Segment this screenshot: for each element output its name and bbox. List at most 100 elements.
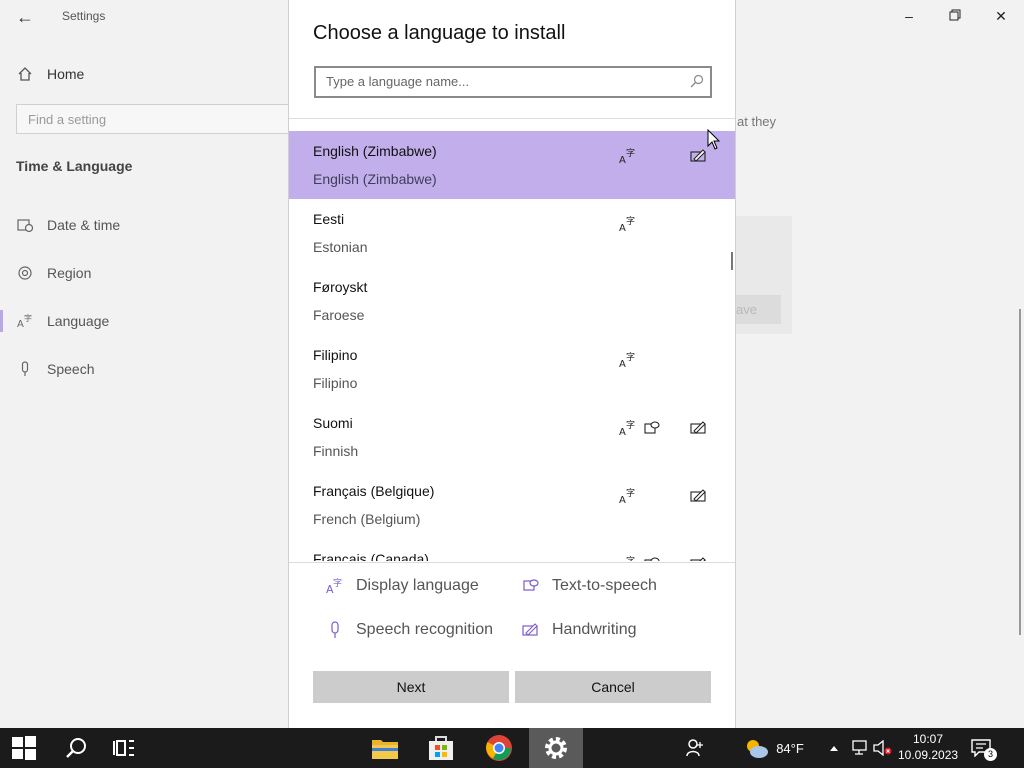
- start-icon[interactable]: [0, 728, 48, 768]
- home-label: Home: [47, 66, 85, 82]
- next-button[interactable]: Next: [313, 671, 509, 703]
- svg-text:A: A: [619, 427, 626, 437]
- svg-text:A: A: [619, 223, 626, 233]
- svg-text:A: A: [17, 319, 24, 329]
- nav-label: Speech: [47, 361, 95, 377]
- display-language-icon: A字: [619, 147, 637, 166]
- taskbar-clock[interactable]: 10:07 10.09.2023: [898, 731, 958, 763]
- dialog-title: Choose a language to install: [313, 22, 566, 44]
- language-list-item[interactable]: English (Zimbabwe) English (Zimbabwe) A 字: [289, 131, 735, 199]
- choose-language-dialog: Choose a language to install Type a lang…: [288, 0, 736, 728]
- network-icon[interactable]: [849, 728, 869, 768]
- window-title: Settings: [62, 9, 106, 23]
- background-description-text: at they: [737, 114, 777, 129]
- svg-text:字: 字: [626, 215, 635, 227]
- nav-home[interactable]: Home: [16, 64, 84, 84]
- find-setting-input[interactable]: Find a setting: [16, 104, 300, 134]
- back-arrow-icon[interactable]: ←: [14, 6, 36, 28]
- display-language-icon: A字: [619, 351, 637, 370]
- language-list-item[interactable]: Français (Belgique) French (Belgium) A 字: [289, 471, 735, 539]
- people-icon[interactable]: [682, 728, 708, 768]
- language-list-item[interactable]: Filipino Filipino A 字: [289, 335, 735, 403]
- language-native-name: Eesti: [313, 211, 345, 227]
- find-setting-placeholder: Find a setting: [28, 112, 107, 127]
- language-list-item[interactable]: Français (Canada) A字: [289, 539, 735, 561]
- text-to-speech-icon: [643, 555, 661, 561]
- language-english-name: Finnish: [313, 443, 359, 459]
- chevron-up-icon[interactable]: [826, 728, 842, 768]
- speech-recognition-icon: [326, 621, 344, 639]
- language-search-input[interactable]: Type a language name...: [314, 66, 712, 98]
- settings-icon[interactable]: [529, 728, 583, 768]
- nav-item-language[interactable]: A字 Language: [16, 311, 109, 331]
- nav-item-region[interactable]: Region: [16, 263, 91, 283]
- nav-active-indicator: [0, 310, 3, 332]
- microphone-icon: [16, 360, 34, 378]
- weather-icon[interactable]: [742, 728, 772, 768]
- chrome-icon[interactable]: [476, 728, 522, 768]
- clock-time: 10:07: [912, 732, 944, 746]
- nav-item-speech[interactable]: Speech: [16, 359, 94, 379]
- language-list-item[interactable]: Suomi Finnish A 字: [289, 403, 735, 471]
- store-icon[interactable]: [418, 728, 464, 768]
- settings-scrollbar[interactable]: [1019, 309, 1021, 635]
- svg-text:字: 字: [333, 577, 342, 589]
- language-native-name: Suomi: [313, 415, 353, 431]
- globe-icon: [16, 264, 34, 282]
- language-search-placeholder: Type a language name...: [326, 74, 470, 89]
- display-language-icon: A字: [326, 577, 344, 596]
- legend-label: Display language: [356, 577, 479, 594]
- nav-label: Language: [47, 313, 110, 329]
- language-list-item[interactable]: Føroyskt Faroese: [289, 267, 735, 335]
- language-native-name: Føroyskt: [313, 279, 368, 295]
- display-language-icon: A字: [619, 419, 637, 438]
- language-native-name: English (Zimbabwe): [313, 143, 437, 159]
- svg-text:字: 字: [626, 147, 635, 159]
- volume-muted-icon[interactable]: [872, 728, 894, 768]
- language-english-name: Faroese: [313, 307, 365, 323]
- handwriting-icon: [690, 487, 708, 505]
- section-title: Time & Language: [16, 158, 133, 174]
- calendar-clock-icon: [16, 216, 34, 234]
- legend-text-to-speech: Text-to-speech: [522, 577, 657, 595]
- language-list-scrollbar[interactable]: [731, 252, 733, 270]
- nav-item-date-time[interactable]: Date & time: [16, 215, 120, 235]
- nav-label: Region: [47, 265, 92, 281]
- svg-text:A: A: [619, 359, 626, 369]
- svg-text:字: 字: [626, 555, 635, 561]
- home-icon: [16, 65, 34, 83]
- restore-icon[interactable]: [943, 6, 967, 26]
- display-language-icon: A字: [619, 215, 637, 234]
- display-language-icon: A字: [619, 555, 637, 561]
- handwriting-icon: [522, 621, 540, 639]
- language-native-name: Filipino: [313, 347, 358, 363]
- svg-text:字: 字: [626, 487, 635, 499]
- svg-text:字: 字: [626, 419, 635, 431]
- display-language-icon: A字: [619, 487, 637, 506]
- legend-speech-recognition: Speech recognition: [326, 621, 493, 639]
- legend-divider: [289, 562, 735, 563]
- weather-temperature[interactable]: 84°F: [772, 728, 808, 768]
- legend-display-language: A字 Display language: [326, 577, 479, 596]
- text-to-speech-icon: [643, 419, 661, 437]
- legend-label: Speech recognition: [356, 621, 493, 638]
- language-english-name: Estonian: [313, 239, 368, 255]
- nav-label: Date & time: [47, 217, 121, 233]
- cancel-button[interactable]: Cancel: [515, 671, 711, 703]
- task-view-icon[interactable]: [100, 728, 148, 768]
- file-explorer-icon[interactable]: [362, 728, 408, 768]
- handwriting-icon: [690, 555, 708, 561]
- legend-label: Text-to-speech: [552, 577, 657, 594]
- close-icon[interactable]: ✕: [989, 6, 1013, 26]
- language-icon: A字: [16, 312, 34, 330]
- language-native-name: Français (Belgique): [313, 483, 435, 499]
- clock-date: 10.09.2023: [898, 748, 959, 762]
- handwriting-icon: [690, 419, 708, 437]
- legend-handwriting: Handwriting: [522, 621, 636, 639]
- text-to-speech-icon: [522, 577, 540, 595]
- svg-text:A: A: [619, 155, 626, 165]
- search-icon[interactable]: [52, 728, 100, 768]
- minimize-icon[interactable]: –: [897, 6, 921, 26]
- mouse-cursor-icon: [707, 128, 721, 151]
- language-list-item[interactable]: Eesti Estonian A 字: [289, 199, 735, 267]
